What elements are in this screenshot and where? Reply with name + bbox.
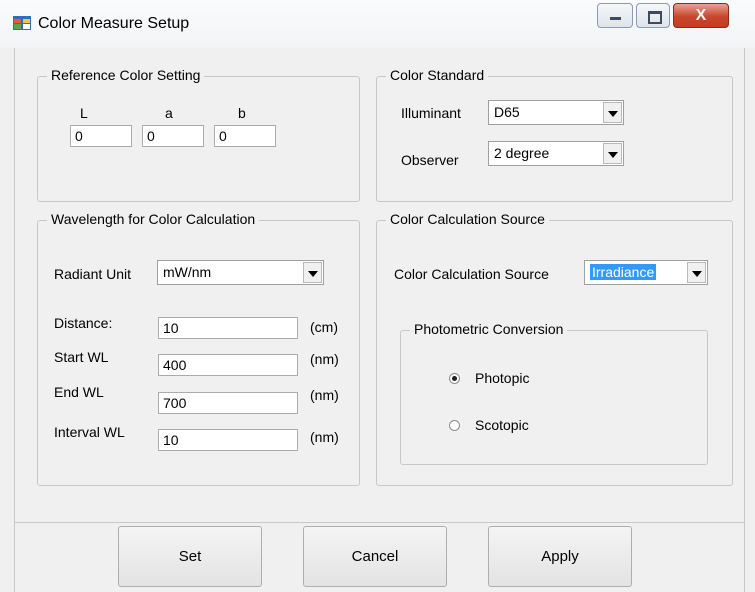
apply-button[interactable]: Apply — [488, 526, 632, 587]
calc-source-group: Color Calculation Source Color Calculati… — [376, 211, 733, 486]
dropdown-arrow-icon[interactable] — [303, 262, 322, 283]
close-button[interactable]: X — [673, 3, 729, 28]
color-standard-legend: Color Standard — [386, 67, 489, 83]
photometric-group: Photometric Conversion Photopic Scotopic — [400, 321, 708, 465]
wavelength-group: Wavelength for Color Calculation Radiant… — [37, 211, 360, 486]
l-input[interactable]: 0 — [70, 125, 132, 147]
radiant-unit-select[interactable]: mW/nm — [157, 260, 324, 285]
illuminant-select[interactable]: D65 — [488, 100, 624, 125]
distance-input[interactable]: 10 — [158, 317, 298, 339]
l-label: L — [80, 105, 88, 121]
radiant-unit-value: mW/nm — [163, 264, 212, 280]
calc-source-select[interactable]: Irradiance — [584, 260, 708, 285]
photometric-legend: Photometric Conversion — [410, 321, 568, 337]
end-wl-label: End WL — [54, 384, 104, 400]
start-wl-input[interactable]: 400 — [158, 354, 298, 376]
wavelength-legend: Wavelength for Color Calculation — [47, 211, 260, 227]
b-label: b — [238, 105, 246, 121]
title-bar: Color Measure Setup X — [0, 0, 755, 48]
window-title: Color Measure Setup — [38, 15, 190, 32]
maximize-button[interactable] — [636, 3, 670, 28]
close-icon: X — [695, 7, 707, 24]
scotopic-radio[interactable] — [449, 420, 460, 431]
photopic-radio[interactable] — [449, 373, 460, 384]
dialog-body: Reference Color Setting L a b 0 0 0 Colo… — [14, 48, 745, 592]
end-wl-input[interactable]: 700 — [158, 392, 298, 414]
start-wl-unit: (nm) — [310, 351, 339, 367]
interval-wl-input[interactable]: 10 — [158, 429, 298, 451]
start-wl-label: Start WL — [54, 349, 109, 365]
a-input[interactable]: 0 — [142, 125, 204, 147]
observer-value: 2 degree — [494, 145, 550, 161]
distance-unit: (cm) — [310, 319, 338, 335]
a-label: a — [165, 105, 173, 121]
observer-select[interactable]: 2 degree — [488, 141, 624, 166]
minimize-button[interactable] — [597, 3, 633, 28]
end-wl-unit: (nm) — [310, 387, 339, 403]
radiant-unit-label: Radiant Unit — [54, 266, 132, 282]
app-icon — [13, 16, 31, 30]
distance-label: Distance: — [54, 315, 113, 331]
dropdown-arrow-icon[interactable] — [603, 143, 622, 164]
b-input[interactable]: 0 — [214, 125, 276, 147]
dropdown-arrow-icon[interactable] — [603, 102, 622, 123]
dropdown-arrow-icon[interactable] — [687, 262, 706, 283]
color-standard-group: Color Standard Illuminant D65 Observer 2… — [376, 67, 733, 202]
observer-label: Observer — [401, 152, 459, 168]
calc-source-value: Irradiance — [590, 264, 657, 280]
reference-color-group: Reference Color Setting L a b 0 0 0 — [37, 67, 360, 202]
photopic-label[interactable]: Photopic — [475, 370, 529, 386]
illuminant-label: Illuminant — [401, 105, 461, 121]
calc-source-label: Color Calculation Source — [394, 266, 549, 282]
scotopic-label[interactable]: Scotopic — [475, 417, 529, 433]
illuminant-value: D65 — [494, 104, 520, 120]
cancel-button[interactable]: Cancel — [303, 526, 447, 587]
calc-source-legend: Color Calculation Source — [386, 211, 549, 227]
reference-color-legend: Reference Color Setting — [47, 67, 205, 83]
maximize-icon — [648, 11, 662, 24]
interval-wl-unit: (nm) — [310, 429, 339, 445]
set-button[interactable]: Set — [118, 526, 262, 587]
interval-wl-label: Interval WL — [54, 424, 125, 440]
footer-separator — [15, 522, 744, 523]
minimize-icon — [610, 17, 621, 20]
